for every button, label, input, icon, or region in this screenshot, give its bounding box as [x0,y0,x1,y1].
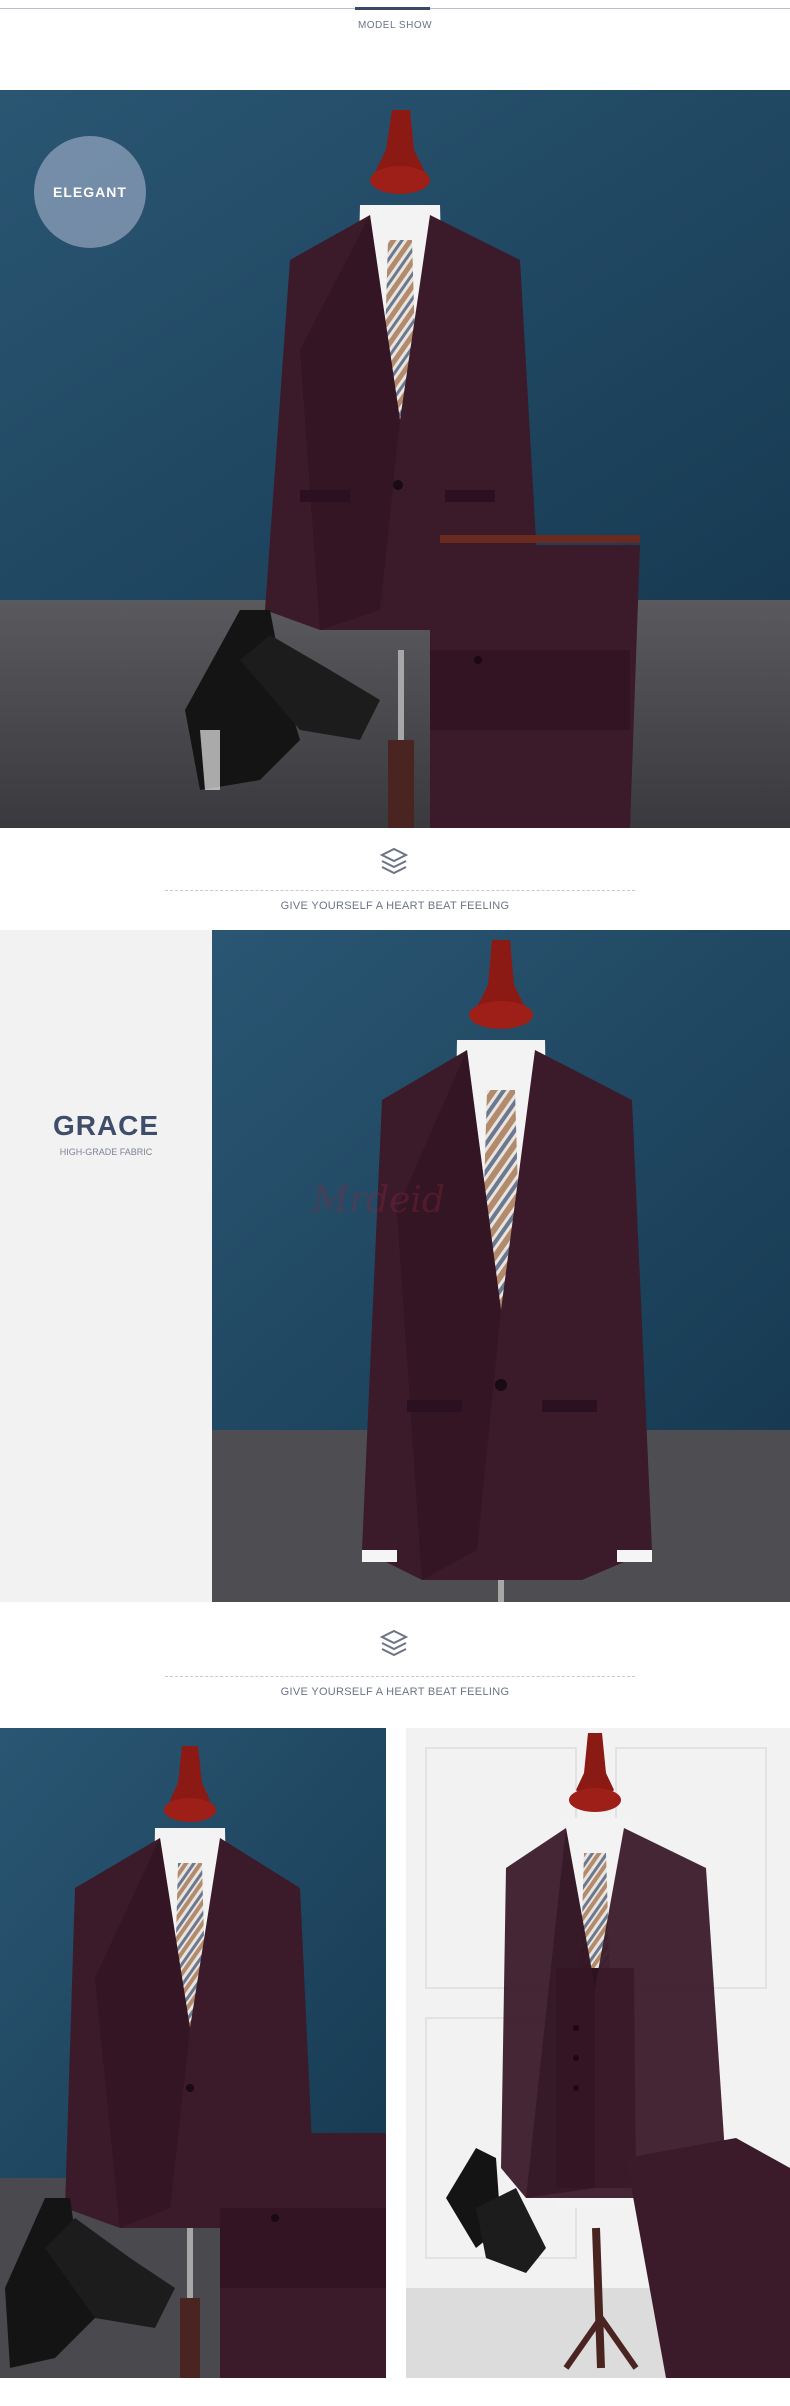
hero-photo: ELEGANT [0,90,790,828]
brand-logo-icon [379,847,409,875]
slogan-text: GIVE YOURSELF A HEART BEAT FEELING [280,900,510,912]
suit-photo-right [406,1728,790,2378]
brand-watermark: Mrdeid [312,1180,445,1221]
suit-photo-left [0,1728,386,2378]
section-divider: GIVE YOURSELF A HEART BEAT FEELING [0,1612,790,1712]
grace-subtitle: HIGH-GRADE FABRIC [59,1147,153,1157]
header-accent-bar [355,7,430,10]
dashed-rule [165,890,635,891]
slogan-text: GIVE YOURSELF A HEART BEAT FEELING [280,1686,510,1698]
section-title: MODEL SHOW [357,20,433,31]
section-header: MODEL SHOW [0,0,790,90]
grace-text-panel: GRACE HIGH-GRADE FABRIC [0,930,212,1602]
section-divider: GIVE YOURSELF A HEART BEAT FEELING [0,828,790,928]
grace-title: GRACE [52,1110,160,1141]
dashed-rule [165,1676,635,1677]
grace-photo: Mrdeid [212,930,790,1602]
elegant-badge: ELEGANT [34,136,146,248]
brand-logo-icon [379,1629,409,1657]
